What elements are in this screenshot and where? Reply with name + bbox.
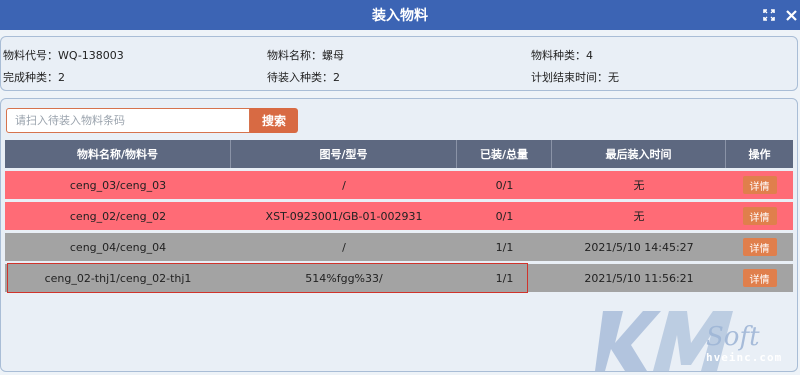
- cell-quantity: 0/1: [495, 178, 514, 192]
- watermark-site: hveinc.com: [706, 351, 783, 364]
- header-drawing-number: 图号/型号: [231, 140, 457, 168]
- table-header: 物料名称/物料号 图号/型号 已装/总量 最后装入时间 操作: [5, 140, 793, 168]
- pending-kinds: 待装入种类：2: [267, 71, 340, 84]
- plan-end-time: 计划结束时间：无: [531, 71, 619, 84]
- table-row[interactable]: ceng_04/ceng_04 / 1/1 2021/5/10 14:45:27…: [5, 233, 793, 261]
- material-table: 物料名称/物料号 图号/型号 已装/总量 最后装入时间 操作 ceng_03/c…: [5, 140, 793, 293]
- watermark-brand: Soft: [706, 322, 760, 352]
- material-info-panel: 物料代号：WQ-138003 物料名称：螺母 物料种类：4 完成种类：2 待装入…: [0, 36, 798, 91]
- cell-last-load-time: 无: [633, 210, 645, 223]
- cell-material-name: ceng_02/ceng_02: [69, 209, 167, 223]
- cell-drawing-number: /: [342, 240, 346, 254]
- header-action: 操作: [748, 148, 771, 161]
- cell-action: 详情: [726, 233, 793, 261]
- detail-button[interactable]: 详情: [742, 238, 777, 256]
- cell-drawing-number: XST-0923001/GB-01-002931: [265, 209, 423, 223]
- cell-quantity: 0/1: [495, 209, 514, 223]
- cell-quantity: 1/1: [495, 240, 514, 254]
- window-titlebar: 装入物料: [0, 0, 800, 30]
- window-controls: [762, 0, 798, 30]
- cell-action: 详情: [726, 264, 793, 292]
- material-kinds: 物料种类：4: [531, 49, 593, 62]
- header-last-load-time: 最后装入时间: [552, 140, 726, 168]
- close-icon[interactable]: [784, 8, 798, 22]
- cell-action: 详情: [726, 171, 793, 199]
- cell-quantity: 1/1: [495, 271, 514, 285]
- barcode-search-input[interactable]: [6, 108, 250, 133]
- cell-material-name: ceng_03/ceng_03: [69, 178, 167, 192]
- cell-action: 详情: [726, 202, 793, 230]
- table-row[interactable]: ceng_02/ceng_02 XST-0923001/GB-01-002931…: [5, 202, 793, 230]
- cell-last-load-time: 2021/5/10 11:56:21: [584, 271, 694, 285]
- cell-drawing-number: 514%fgg%33/: [305, 271, 383, 285]
- table-row[interactable]: ceng_03/ceng_03 / 0/1 无 详情: [5, 171, 793, 199]
- done-kinds: 完成种类：2: [3, 71, 65, 84]
- cell-drawing-number: /: [342, 178, 346, 192]
- header-quantity: 已装/总量: [457, 140, 552, 168]
- cell-last-load-time: 2021/5/10 14:45:27: [584, 240, 694, 254]
- table-row[interactable]: ceng_02-thj1/ceng_02-thj1 514%fgg%33/ 1/…: [5, 263, 793, 293]
- header-material-name: 物料名称/物料号: [5, 140, 231, 168]
- material-code: 物料代号：WQ-138003: [3, 49, 124, 62]
- cell-last-load-time: 无: [633, 179, 645, 192]
- material-list-panel: 搜索 物料名称/物料号 图号/型号 已装/总量 最后装入时间 操作 ceng_0…: [0, 98, 798, 372]
- material-name: 物料名称：螺母: [267, 49, 344, 62]
- cell-material-name: ceng_02-thj1/ceng_02-thj1: [44, 271, 192, 285]
- detail-button[interactable]: 详情: [742, 207, 777, 225]
- cell-material-name: ceng_04/ceng_04: [69, 240, 167, 254]
- expand-icon[interactable]: [762, 8, 776, 22]
- detail-button[interactable]: 详情: [742, 176, 777, 194]
- search-button[interactable]: 搜索: [250, 108, 298, 133]
- detail-button[interactable]: 详情: [742, 269, 777, 287]
- window-title: 装入物料: [372, 8, 428, 24]
